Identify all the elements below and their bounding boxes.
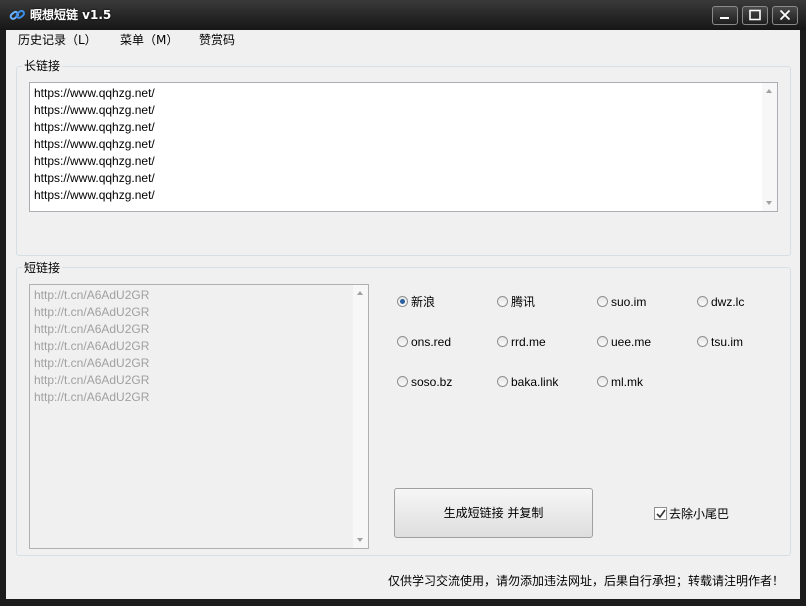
radio-dot-icon[interactable]	[697, 336, 708, 347]
service-radio-label: suo.im	[611, 295, 647, 309]
scroll-up-icon[interactable]	[766, 89, 772, 93]
radio-dot-icon[interactable]	[597, 336, 608, 347]
menu-history[interactable]: 历史记录（L）	[18, 32, 97, 48]
long-link-line: https://www.qqhzg.net/	[34, 120, 155, 134]
checkbox-box[interactable]	[654, 507, 667, 520]
minimize-button[interactable]	[712, 6, 738, 25]
chain-link-icon	[9, 7, 25, 23]
long-link-line: https://www.qqhzg.net/	[34, 103, 155, 117]
service-radio-label: tsu.im	[711, 335, 744, 349]
long-link-line: https://www.qqhzg.net/	[34, 137, 155, 151]
maximize-button[interactable]	[742, 6, 768, 25]
radio-dot-icon[interactable]	[697, 296, 708, 307]
minimize-icon	[720, 17, 729, 19]
scroll-down-icon[interactable]	[766, 201, 772, 205]
footer-disclaimer: 仅供学习交流使用，请勿添加违法网址，后果自行承担；转载请注明作者！	[387, 574, 784, 588]
service-radio-label: 新浪	[411, 295, 436, 309]
generate-copy-button[interactable]: 生成短链接 并复制	[394, 488, 593, 538]
long-link-line: https://www.qqhzg.net/	[34, 188, 155, 202]
long-link-line: https://www.qqhzg.net/	[34, 154, 155, 168]
service-radio-label: soso.bz	[411, 375, 453, 389]
service-radio-label: uee.me	[611, 335, 652, 349]
close-icon	[779, 9, 791, 21]
short-link-line: http://t.cn/A6AdU2GR	[34, 356, 150, 370]
service-radio-label: ons.red	[411, 335, 452, 349]
long-link-input[interactable]: https://www.qqhzg.net/https://www.qqhzg.…	[29, 82, 778, 212]
long-link-scrollbar[interactable]	[762, 83, 777, 211]
menu-bar: 历史记录（L） 菜单（M） 赞赏码	[6, 30, 800, 50]
client-area: 历史记录（L） 菜单（M） 赞赏码 长链接 https://www.qqhzg.…	[6, 30, 800, 599]
short-link-output[interactable]: http://t.cn/A6AdU2GR http://t.cn/A6AdU2GR…	[29, 284, 369, 549]
radio-dot-icon[interactable]	[497, 376, 508, 387]
long-link-line: https://www.qqhzg.net/	[34, 86, 155, 100]
maximize-icon	[749, 9, 761, 21]
radio-dot-icon[interactable]	[397, 336, 408, 347]
long-link-line: https://www.qqhzg.net/	[34, 171, 155, 185]
remove-tail-label: 去除小尾巴	[669, 507, 730, 521]
short-link-line: http://t.cn/A6AdU2GR	[34, 339, 150, 353]
service-radio-label: 腾讯	[511, 295, 536, 309]
short-link-scrollbar[interactable]	[353, 285, 368, 548]
service-radio-label: baka.link	[511, 375, 559, 389]
long-link-label: 长链接	[22, 59, 63, 73]
close-button[interactable]	[772, 6, 798, 25]
scroll-down-icon[interactable]	[357, 538, 363, 542]
menu-main[interactable]: 菜单（M）	[120, 32, 178, 48]
scroll-up-icon[interactable]	[357, 291, 363, 295]
short-link-line: http://t.cn/A6AdU2GR	[34, 373, 150, 387]
service-radio-label: rrd.me	[511, 335, 546, 349]
checkmark-icon	[656, 509, 666, 519]
radio-dot-icon[interactable]	[397, 296, 408, 307]
radio-dot-icon[interactable]	[497, 336, 508, 347]
title-bar[interactable]: 暇想短链 v1.5	[0, 0, 806, 30]
radio-dot-icon[interactable]	[597, 296, 608, 307]
app-window: 暇想短链 v1.5 历史记录（L） 菜单（M） 赞赏码 长链接 https://…	[0, 0, 806, 606]
short-link-lines: http://t.cn/A6AdU2GR http://t.cn/A6AdU2GR…	[34, 287, 149, 406]
short-link-line: http://t.cn/A6AdU2GR	[34, 305, 150, 319]
radio-dot-icon[interactable]	[397, 376, 408, 387]
service-radio-label: dwz.lc	[711, 295, 745, 309]
menu-donate[interactable]: 赞赏码	[199, 32, 235, 48]
service-radio-label: ml.mk	[611, 375, 643, 389]
radio-dot-icon[interactable]	[597, 376, 608, 387]
short-link-line: http://t.cn/A6AdU2GR	[34, 288, 150, 302]
radio-dot-icon[interactable]	[497, 296, 508, 307]
long-link-lines: https://www.qqhzg.net/https://www.qqhzg.…	[34, 85, 155, 204]
short-link-line: http://t.cn/A6AdU2GR	[34, 322, 150, 336]
short-link-label: 短链接	[22, 261, 63, 275]
short-link-line: http://t.cn/A6AdU2GR	[34, 390, 150, 404]
window-title: 暇想短链 v1.5	[30, 8, 112, 22]
